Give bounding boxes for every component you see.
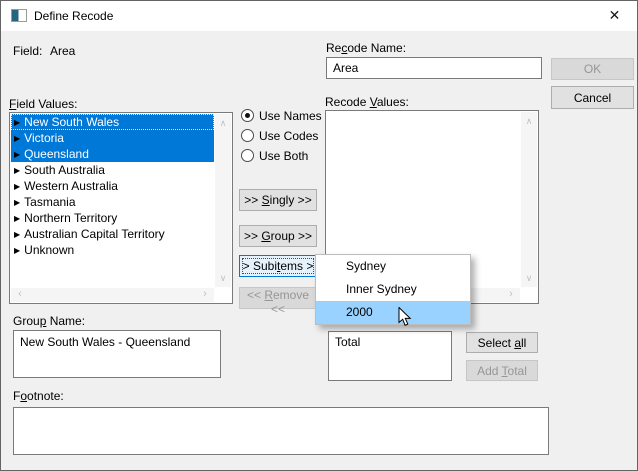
define-recode-dialog: Define Recode ✕ Field: Area Recode Name:… — [0, 0, 638, 471]
footnote-box[interactable] — [13, 407, 549, 455]
list-item[interactable]: ▶New South Wales — [11, 114, 214, 130]
triangle-icon: ▶ — [14, 166, 20, 175]
cursor-pointer — [398, 307, 413, 331]
list-item[interactable]: ▶Queensland — [11, 146, 214, 162]
group-name-box[interactable]: New South Wales - Queensland — [13, 330, 221, 378]
vertical-scrollbar[interactable]: ∧ ∨ — [215, 114, 231, 287]
list-item[interactable]: ▶Tasmania — [11, 194, 214, 210]
group-button[interactable]: >> Group >> — [239, 225, 317, 247]
triangle-icon: ▶ — [14, 134, 20, 143]
app-icon — [11, 9, 27, 22]
singly-button[interactable]: >> Singly >> — [239, 189, 317, 211]
recode-name-label: Recode Name: — [326, 41, 406, 55]
select-all-button[interactable]: Select all — [466, 332, 538, 353]
field-values-label: Field Values: — [9, 97, 78, 111]
field-label: Field: — [13, 44, 42, 58]
list-item[interactable]: ▶Unknown — [11, 242, 214, 258]
list-item[interactable]: ▶Australian Capital Territory — [11, 226, 214, 242]
window-title: Define Recode — [34, 1, 113, 31]
add-total-button[interactable]: Add Total — [466, 360, 538, 381]
menu-item[interactable]: 2000 — [316, 301, 470, 324]
list-item[interactable]: ▶Northern Territory — [11, 210, 214, 226]
footnote-label: Footnote: — [13, 389, 64, 403]
scroll-up-icon[interactable]: ∧ — [521, 114, 537, 128]
recode-values-label: Recode Values: — [325, 95, 409, 109]
recode-name-input[interactable]: Area — [326, 57, 542, 79]
list-item[interactable]: ▶South Australia — [11, 162, 214, 178]
triangle-icon: ▶ — [14, 118, 20, 127]
radio-icon — [241, 109, 254, 122]
list-item[interactable]: ▶Western Australia — [11, 178, 214, 194]
scroll-down-icon[interactable]: ∨ — [215, 271, 231, 285]
list-item[interactable]: Total — [329, 332, 451, 352]
scroll-right-icon[interactable]: › — [504, 288, 518, 302]
triangle-icon: ▶ — [14, 230, 20, 239]
total-name-listbox[interactable]: Total — [328, 331, 452, 381]
vertical-scrollbar[interactable]: ∧ ∨ — [521, 112, 537, 287]
ok-button[interactable]: OK — [551, 58, 634, 80]
title-bar: Define Recode ✕ — [1, 1, 637, 31]
horizontal-scrollbar[interactable]: ‹ › — [11, 288, 214, 302]
remove-button[interactable]: << Remove << — [239, 287, 317, 309]
scroll-up-icon[interactable]: ∧ — [215, 116, 231, 130]
triangle-icon: ▶ — [14, 150, 20, 159]
group-name-label: Group Name: — [13, 314, 85, 328]
radio-icon — [241, 129, 254, 142]
scroll-right-icon[interactable]: › — [198, 288, 212, 302]
close-button[interactable]: ✕ — [592, 1, 637, 30]
field-value: Area — [50, 44, 75, 58]
menu-item[interactable]: Sydney — [316, 255, 470, 278]
triangle-icon: ▶ — [14, 246, 20, 255]
menu-item[interactable]: Inner Sydney — [316, 278, 470, 301]
scroll-down-icon[interactable]: ∨ — [521, 271, 537, 285]
subitems-menu: Sydney Inner Sydney 2000 — [315, 254, 471, 325]
radio-icon — [241, 149, 254, 162]
list-item[interactable]: ▶Victoria — [11, 130, 214, 146]
subitems-button[interactable]: > Subitems > — [239, 255, 317, 277]
cancel-button[interactable]: Cancel — [551, 86, 634, 109]
field-values-listbox[interactable]: ▶New South Wales ▶Victoria ▶Queensland ▶… — [9, 112, 233, 304]
triangle-icon: ▶ — [14, 182, 20, 191]
scroll-left-icon[interactable]: ‹ — [13, 288, 27, 302]
triangle-icon: ▶ — [14, 198, 20, 207]
triangle-icon: ▶ — [14, 214, 20, 223]
